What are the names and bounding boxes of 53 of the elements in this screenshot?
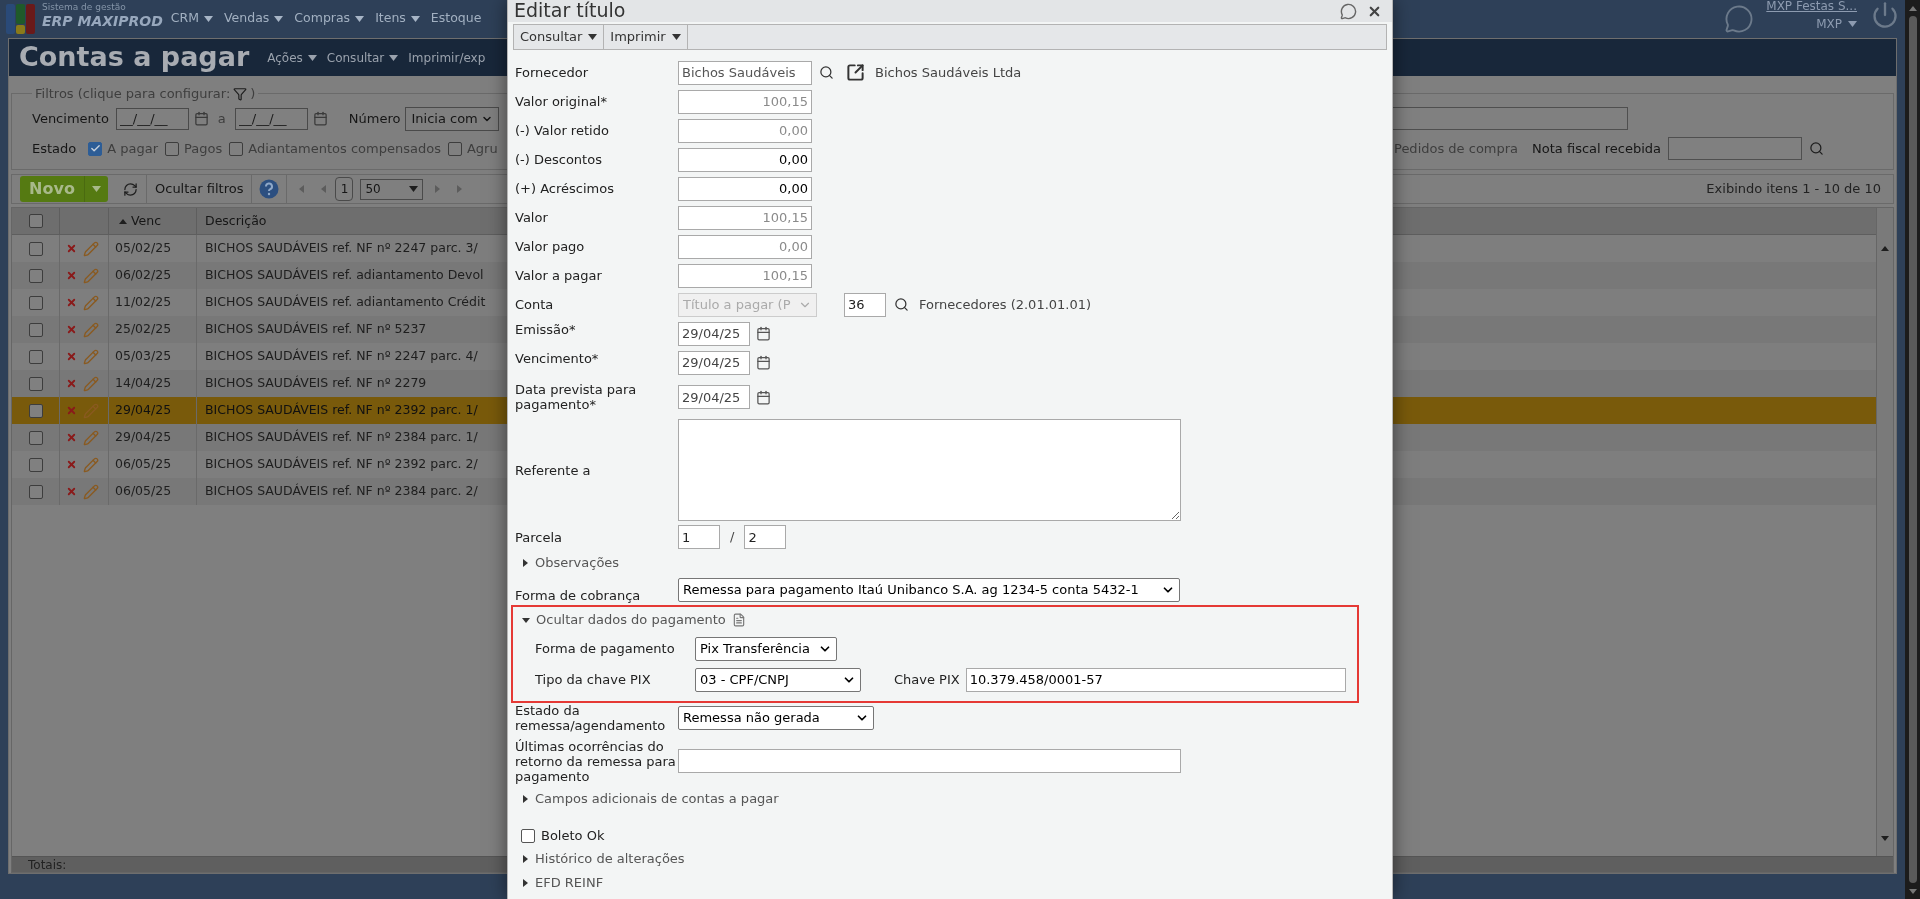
table-cell-text: BICHOS SAUDÁVEIS ref. NF nº 2392 parc. 1/ [204,401,479,420]
checkbox-label: Boleto Ok [541,827,605,846]
supplier-name: Bichos Saudáveis Ltda [875,63,1022,82]
field-label: Valor [515,210,549,225]
filter-label: Vencimento [32,109,109,128]
field-label: Data prevista para pagamento* [515,382,638,412]
table-cell-text: BICHOS SAUDÁVEIS ref. NF nº 5237 [204,320,428,339]
field-label: (+) Acréscimos [515,181,615,196]
field-label: Emissão* [515,321,577,337]
table-cell-text: BICHOS SAUDÁVEIS ref. NF nº 2247 parc. 4/ [204,347,479,366]
items-summary: Exibindo itens 1 - 10 de 10 [1706,180,1881,199]
filters-legend: Filtros (clique para configurar: [35,84,231,104]
table-cell-text: BICHOS SAUDÁVEIS ref. adiantamento Crédit [204,293,487,312]
checkbox-label: Agru [466,139,498,158]
checkbox-label: A pagar [107,139,159,158]
field-label: Forma de cobrança [515,588,642,604]
field-label: Referente a [515,462,592,478]
filter-label: Estado [32,139,77,158]
field-label: Tipo da chave PIX [535,670,652,689]
logo-caption: Sistema de gestão [42,3,127,12]
installment-separator: / [730,528,735,547]
page-title: Contas a pagar [19,40,250,75]
table-cell-text: BICHOS SAUDÁVEIS ref. NF nº 2392 parc. 2/ [204,455,479,474]
filter-label: Pedidos de compra [1394,139,1519,158]
field-label: Estado da remessa/agendamento [515,703,667,733]
logo-text: ERP MAXIPROD [42,14,163,28]
checkbox-label: Pagos [184,139,223,158]
field-label: Valor original* [515,94,608,109]
table-cell-text: BICHOS SAUDÁVEIS ref. NF nº 2384 parc. 1/ [204,428,479,447]
field-label: Valor pago [515,239,586,254]
field-label: Conta [515,297,555,312]
table-cell-text: BICHOS SAUDÁVEIS ref. adiantamento Devol [204,266,485,285]
table-cell-text: BICHOS SAUDÁVEIS ref. NF nº 2247 parc. 3/ [204,239,479,258]
field-label: (-) Valor retido [515,123,610,138]
field-label: Últimas ocorrências do retorno da remessa para pagamento [515,738,677,784]
field-label: (-) Descontos [515,152,603,167]
filter-label: Nota fiscal recebida [1532,139,1662,158]
field-label: Valor a pagar [515,268,603,283]
filters-legend-end: ) [250,85,256,103]
table-cell: 06/05/25 [109,478,197,505]
account-name: Fornecedores (2.01.01.01) [919,295,1092,314]
table-cell-text: BICHOS SAUDÁVEIS ref. NF nº 2384 parc. 2/ [204,482,479,501]
dialog-title: Editar título [514,0,626,20]
table-cell-text: BICHOS SAUDÁVEIS ref. NF nº 2279 [204,374,428,393]
field-label: Chave PIX [894,670,960,689]
field-label: Fornecedor [515,65,590,80]
checkbox-label: Adiantamentos compensados [248,139,441,158]
totals-label: Totais: [27,856,67,874]
filter-label: a [217,109,226,128]
field-label: Forma de pagamento [535,639,676,658]
field-label: Vencimento* [515,350,600,366]
filter-label: Número [348,109,401,128]
field-label: Parcela [515,529,563,545]
